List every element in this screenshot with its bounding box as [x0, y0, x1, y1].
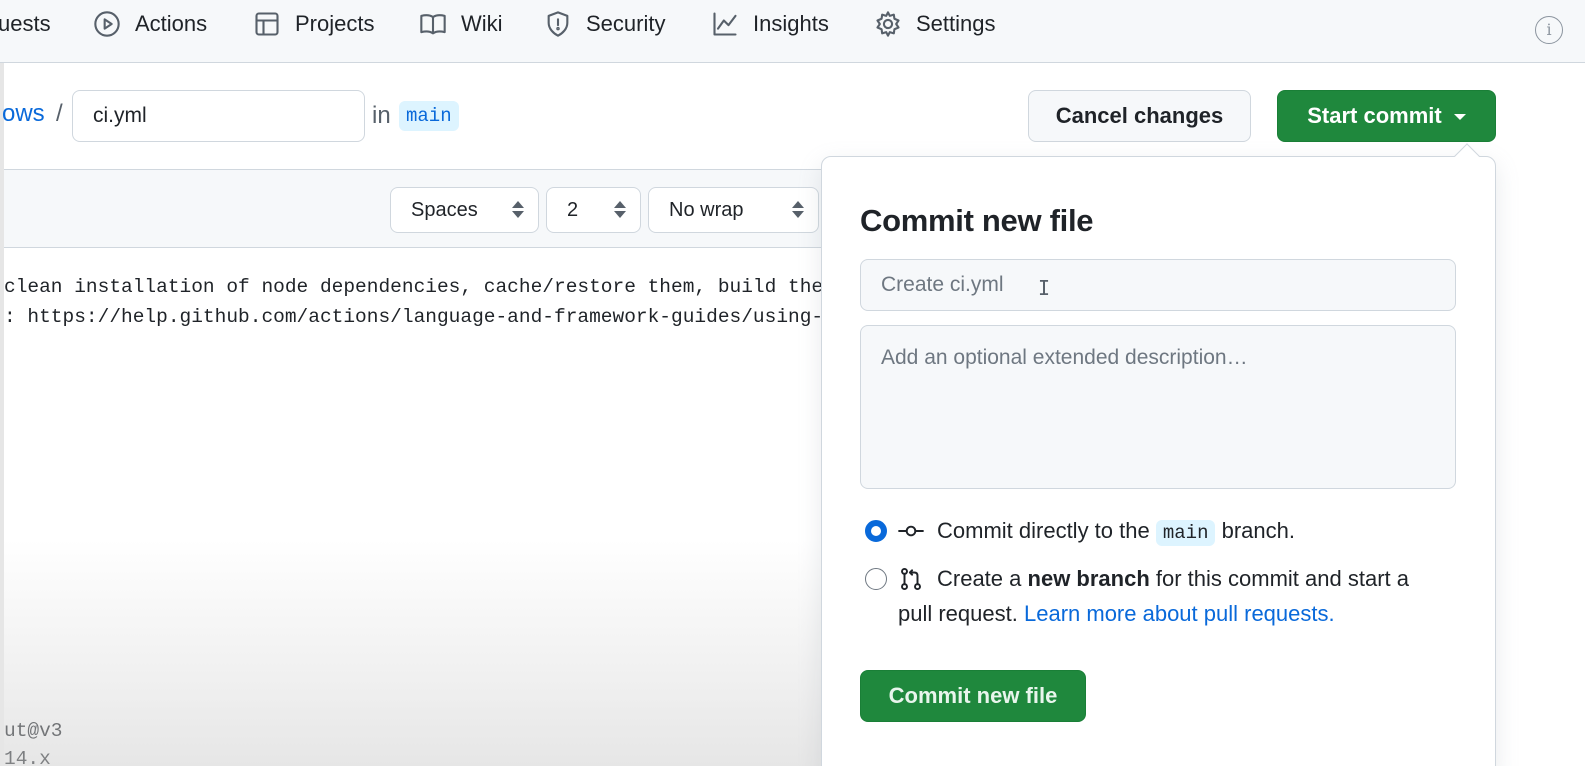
nav-pull-requests[interactable]: uests: [0, 0, 51, 48]
indent-mode-select[interactable]: Spaces: [390, 187, 539, 233]
nav-label: Wiki: [461, 11, 503, 36]
option-text: Create a: [937, 566, 1022, 591]
commit-direct-radio[interactable]: [865, 520, 887, 542]
info-icon[interactable]: i: [1535, 16, 1563, 44]
nav-insights[interactable]: Insights: [711, 0, 829, 48]
option-text: pull request.: [898, 601, 1018, 626]
select-arrows-icon: [614, 201, 626, 219]
indent-mode-value: Spaces: [411, 199, 478, 221]
cancel-changes-button[interactable]: Cancel changes: [1028, 90, 1251, 142]
nav-wiki[interactable]: Wiki: [419, 0, 503, 48]
commit-description-input[interactable]: [860, 325, 1456, 489]
breadcrumb-link[interactable]: ows: [2, 100, 45, 128]
caret-down-icon: [1453, 114, 1466, 120]
start-commit-button[interactable]: Start commit: [1277, 90, 1496, 142]
branch-code: main: [1155, 520, 1216, 546]
repo-nav: uests Actions Projects Wiki Security Ins…: [0, 0, 1585, 63]
book-icon: [419, 10, 447, 38]
select-arrows-icon: [792, 201, 804, 219]
graph-icon: [711, 10, 739, 38]
start-commit-label: Start commit: [1307, 103, 1442, 128]
table-icon: [253, 10, 281, 38]
play-icon: [93, 10, 121, 38]
text-cursor-icon: I: [1038, 276, 1051, 300]
commit-direct-label: Commit directly to the main branch.: [937, 518, 1295, 546]
nav-label: Security: [586, 11, 666, 36]
new-branch-radio[interactable]: [865, 568, 887, 590]
option-bold: new branch: [1027, 566, 1150, 591]
nav-settings[interactable]: Settings: [874, 0, 996, 48]
nav-label: uests: [0, 11, 51, 36]
option-text: branch.: [1221, 518, 1295, 543]
wrap-mode-select[interactable]: No wrap: [648, 187, 819, 233]
git-pull-request-icon: [898, 566, 924, 592]
nav-label: Settings: [916, 11, 996, 36]
select-arrows-icon: [512, 201, 524, 219]
indent-size-select[interactable]: 2: [546, 187, 641, 233]
nav-security[interactable]: Security: [544, 0, 665, 48]
nav-label: Insights: [753, 11, 829, 36]
commit-panel-title: Commit new file: [860, 203, 1094, 238]
git-commit-icon: [898, 518, 924, 544]
code-line[interactable]: ut@v3: [4, 720, 63, 742]
editor-shade: [4, 540, 834, 766]
nav-label: Actions: [135, 11, 208, 36]
wrap-mode-value: No wrap: [669, 199, 744, 221]
option-text: for this commit and start a: [1155, 566, 1409, 591]
new-branch-label: Create a new branch for this commit and …: [937, 566, 1409, 592]
indent-size-value: 2: [567, 199, 579, 221]
in-label: in: [372, 102, 391, 129]
nav-projects[interactable]: Projects: [253, 0, 374, 48]
code-line[interactable]: : https://help.github.com/actions/langua…: [4, 306, 823, 328]
option-text: Commit directly to the: [937, 518, 1150, 543]
nav-label: Projects: [295, 11, 375, 36]
nav-actions[interactable]: Actions: [93, 0, 207, 48]
shield-icon: [544, 10, 572, 38]
code-line[interactable]: 14.x: [4, 748, 51, 766]
code-line[interactable]: clean installation of node dependencies,…: [4, 276, 823, 298]
filename-input[interactable]: [72, 90, 365, 142]
commit-new-file-button[interactable]: Commit new file: [860, 670, 1086, 722]
new-branch-label-line2: pull request. Learn more about pull requ…: [898, 601, 1335, 627]
learn-more-pull-requests-link[interactable]: Learn more about pull requests.: [1024, 601, 1335, 626]
commit-summary-input[interactable]: [860, 259, 1456, 311]
gear-icon: [874, 10, 902, 38]
branch-badge: main: [399, 101, 459, 131]
breadcrumb-separator: /: [56, 100, 63, 127]
